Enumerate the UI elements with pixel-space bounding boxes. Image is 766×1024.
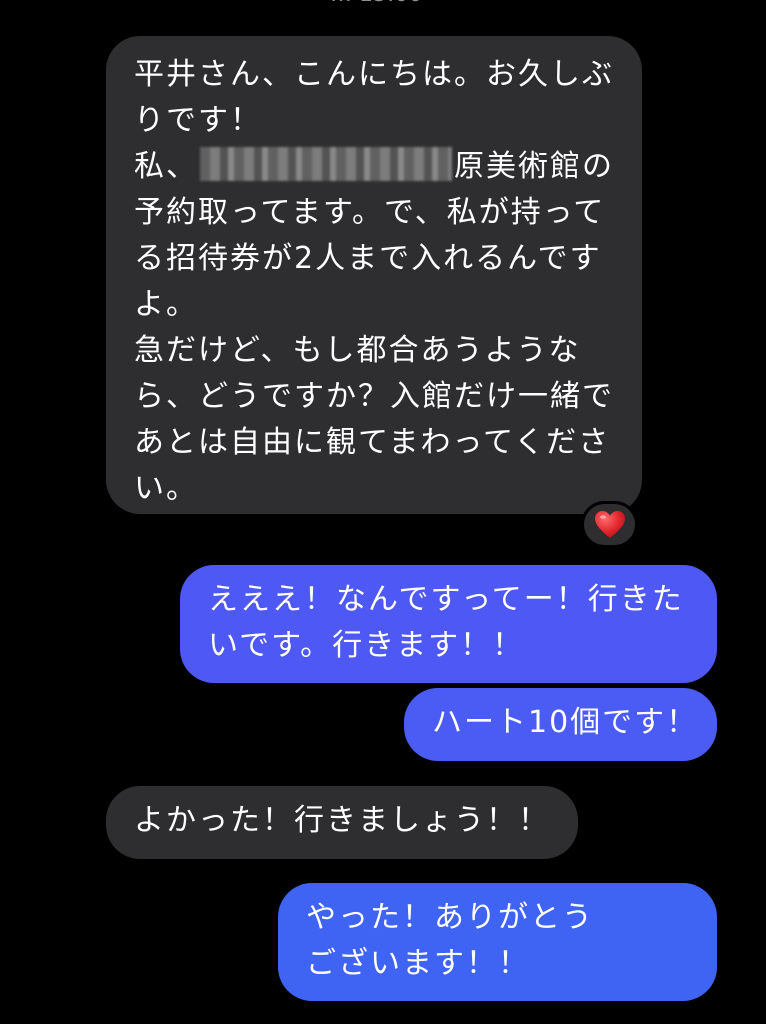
message-line: よ。 xyxy=(134,287,198,322)
message-bubble-incoming[interactable]: よかった！行きましょう！！ xyxy=(106,786,578,859)
message-line: ございます！！ xyxy=(306,946,530,981)
message-bubble-outgoing[interactable]: ハート10個です！ xyxy=(404,688,717,761)
message-line: よかった！行きましょう！！ xyxy=(134,803,550,838)
message-line: あとは自由に観てまわってくださ xyxy=(134,425,611,460)
message-line: いです。行きます！！ xyxy=(208,628,525,663)
message-line: い。 xyxy=(134,471,198,506)
message-line: ら、どうですか？入館だけ一緒で xyxy=(134,379,614,414)
message-line: やった！ありがとう xyxy=(306,900,594,935)
message-bubble-outgoing[interactable]: えええ！なんですってー！行きた いです。行きます！！ xyxy=(180,565,717,683)
message-text: 原美術館の xyxy=(454,149,614,184)
heart-reaction[interactable] xyxy=(581,501,638,548)
timestamp-header: … 15:00 xyxy=(330,0,422,10)
message-line: えええ！なんですってー！行きた xyxy=(208,582,684,617)
chat-screen: … 15:00 平井さん、こんにちは。お久しぶ りです！ 私、 原美術館の 予約取… xyxy=(0,0,766,1024)
message-line: 平井さん、こんにちは。お久しぶ xyxy=(134,57,614,92)
message-line: 予約取ってます。で、私が持って xyxy=(134,195,606,230)
message-bubble-incoming[interactable]: 平井さん、こんにちは。お久しぶ りです！ 私、 原美術館の 予約取ってます。で、私… xyxy=(106,36,642,514)
message-text: 私、 xyxy=(134,149,198,184)
message-line: る招待券が2人まで入れるんです xyxy=(134,241,602,276)
message-line: 急だけど、もし都合あうような xyxy=(134,333,581,368)
message-line: ハート10個です！ xyxy=(432,705,699,740)
heart-icon xyxy=(594,510,625,538)
redacted-text-blur xyxy=(200,147,452,181)
message-line: 私、 原美術館の xyxy=(134,144,622,190)
message-line: りです！ xyxy=(134,103,262,138)
message-bubble-outgoing[interactable]: やった！ありがとう ございます！！ xyxy=(278,883,717,1001)
